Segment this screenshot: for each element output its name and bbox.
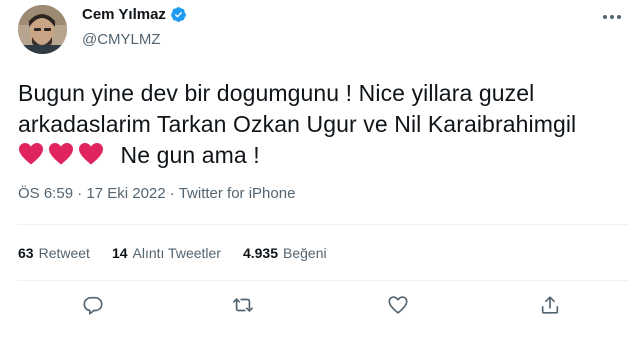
divider xyxy=(18,280,628,281)
retweet-button[interactable] xyxy=(230,292,256,318)
heart-emojis xyxy=(18,142,108,166)
tweet-text-after-emoji: Ne gun ama ! xyxy=(120,142,260,168)
red-heart-icon xyxy=(49,143,73,165)
avatar-photo xyxy=(18,5,67,54)
tweet-text-line-2: arkadaslarim Tarkan Ozkan Ugur ve Nil Ka… xyxy=(18,111,577,137)
tweet-stats: 63 Retweet 14 Alıntı Tweetler 4.935 Beğe… xyxy=(18,245,349,261)
tweet-text-line-1: Bugun yine dev bir dogumgunu ! Nice yill… xyxy=(18,80,535,106)
tweet-time[interactable]: ÖS 6:59 xyxy=(18,185,73,202)
meta-separator: · xyxy=(73,185,87,202)
tweet-card: Cem Yılmaz @CMYLMZ Bugun yine dev bir do… xyxy=(0,0,640,339)
quotes-label: Alıntı Tweetler xyxy=(132,245,221,261)
quotes-stat[interactable]: 14 Alıntı Tweetler xyxy=(112,245,221,261)
like-icon xyxy=(388,296,408,314)
retweets-stat[interactable]: 63 Retweet xyxy=(18,245,90,261)
red-heart-icon xyxy=(19,143,43,165)
tweet-text-line-3: Ne gun ama ! xyxy=(18,140,628,171)
red-heart-icon xyxy=(79,143,103,165)
reply-icon xyxy=(83,296,103,315)
author-name-text[interactable]: Cem Yılmaz xyxy=(82,6,166,23)
reply-button[interactable] xyxy=(80,292,106,318)
tweet-text: Bugun yine dev bir dogumgunu ! Nice yill… xyxy=(18,78,628,171)
likes-count: 4.935 xyxy=(242,245,279,261)
tweet-source[interactable]: Twitter for iPhone xyxy=(179,185,296,202)
tweet-meta: ÖS 6:59 · 17 Eki 2022 · Twitter for iPho… xyxy=(18,185,295,202)
retweets-label: Retweet xyxy=(38,245,90,261)
verified-badge-icon xyxy=(171,7,186,22)
action-bar xyxy=(0,292,640,318)
meta-separator: · xyxy=(165,185,179,202)
author-name[interactable]: Cem Yılmaz xyxy=(82,6,187,23)
share-button[interactable] xyxy=(537,292,563,318)
like-button[interactable] xyxy=(385,292,411,318)
quotes-count: 14 xyxy=(111,245,128,261)
more-options-icon[interactable] xyxy=(600,8,624,26)
author-handle[interactable]: @CMYLMZ xyxy=(82,31,161,48)
retweet-icon xyxy=(233,298,253,312)
avatar[interactable] xyxy=(18,5,67,54)
likes-label: Beğeni xyxy=(283,245,327,261)
likes-stat[interactable]: 4.935 Beğeni xyxy=(243,245,327,261)
share-icon xyxy=(541,296,559,314)
tweet-date[interactable]: 17 Eki 2022 xyxy=(86,185,165,202)
divider xyxy=(18,224,628,225)
retweets-count: 63 xyxy=(18,245,34,261)
